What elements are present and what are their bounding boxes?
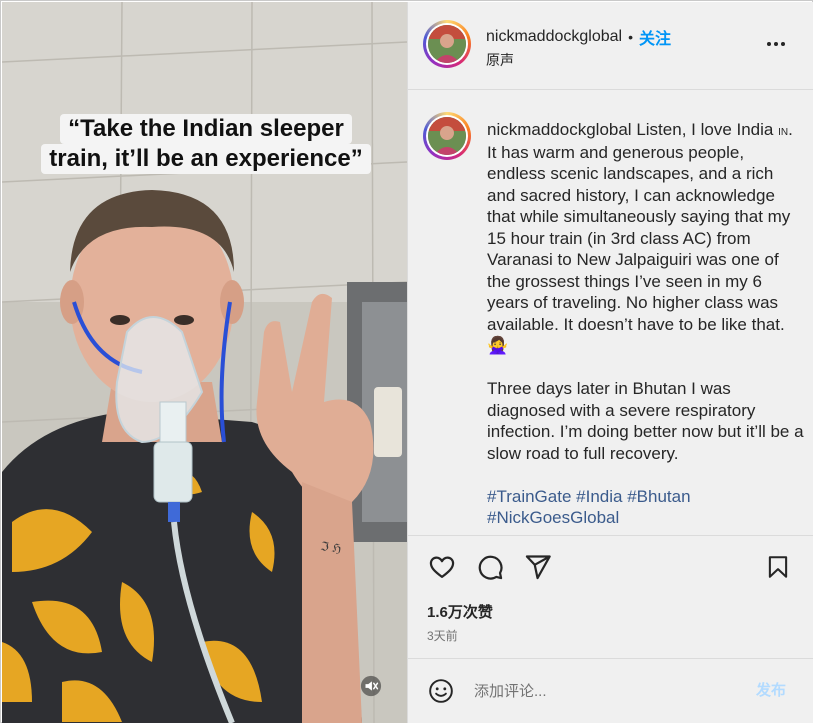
emoji-picker-button[interactable] xyxy=(426,676,456,706)
caption-p1-start: Listen, I love India xyxy=(636,120,774,139)
caption-p1-rest: . It has warm and generous people, endle… xyxy=(487,120,793,334)
likes-count[interactable]: 1.6万次赞 xyxy=(427,601,493,622)
smiley-icon xyxy=(429,679,453,703)
post-timestamp[interactable]: 3天前 xyxy=(427,627,458,644)
more-dot xyxy=(774,42,778,46)
svg-text:ℑ ℌ: ℑ ℌ xyxy=(320,539,343,556)
post-video[interactable]: ℑ ℌ “Take the Indian sleeper train, it’l… xyxy=(2,2,407,723)
caption-paragraph-2: Three days later in Bhutan I was diagnos… xyxy=(487,379,804,463)
add-comment-bar: 发布 xyxy=(408,658,813,723)
post-actions-bar: 1.6万次赞 3天前 xyxy=(408,535,813,658)
share-button[interactable] xyxy=(522,551,554,583)
hashtag-link[interactable]: #NickGoesGlobal xyxy=(487,508,619,527)
post-caption-comment: nickmaddockglobal Listen, I love India i… xyxy=(408,91,813,535)
video-caption-line-2: train, it’ll be an experience” xyxy=(41,144,371,174)
original-audio-link[interactable]: 原声 xyxy=(486,50,514,70)
bookmark-icon xyxy=(768,556,788,578)
header-username[interactable]: nickmaddockglobal xyxy=(486,28,622,46)
hashtag-link[interactable]: #TrainGate xyxy=(487,487,571,506)
like-button[interactable] xyxy=(426,551,458,583)
follow-button[interactable]: 关注 xyxy=(639,25,671,49)
caption-text: nickmaddockglobal Listen, I love India i… xyxy=(487,119,805,529)
post-header: nickmaddockglobal • 关注 原声 xyxy=(408,2,813,90)
facepalm-emoji: 🙅‍♀️ xyxy=(487,336,509,355)
header-separator: • xyxy=(628,29,633,45)
hashtag-link[interactable]: #India xyxy=(576,487,622,506)
paper-plane-icon xyxy=(525,555,551,580)
avatar-photo xyxy=(428,25,466,63)
avatar-photo xyxy=(428,117,466,155)
video-caption-line-1: “Take the Indian sleeper xyxy=(60,114,352,144)
more-dot xyxy=(781,42,785,46)
caption-paragraph-1: nickmaddockglobal Listen, I love India i… xyxy=(487,119,805,357)
heart-icon xyxy=(429,556,455,579)
caption-hashtags: #TrainGate #India #Bhutan #NickGoesGloba… xyxy=(487,486,805,529)
caption-author-avatar[interactable] xyxy=(423,112,471,160)
mute-toggle-button[interactable] xyxy=(354,669,388,703)
post-details-panel: nickmaddockglobal • 关注 原声 nickmaddockglo… xyxy=(407,2,813,723)
header-user-line: nickmaddockglobal • 关注 xyxy=(486,25,671,49)
author-avatar[interactable] xyxy=(423,20,471,68)
more-options-button[interactable] xyxy=(762,32,790,56)
video-caption-overlay: “Take the Indian sleeper train, it’ll be… xyxy=(26,114,386,174)
save-button[interactable] xyxy=(762,551,794,583)
country-code-in: in xyxy=(778,122,789,138)
more-horizontal-icon xyxy=(767,42,771,46)
speaker-muted-icon xyxy=(360,675,382,697)
comment-button[interactable] xyxy=(474,551,506,583)
hashtag-link[interactable]: #Bhutan xyxy=(627,487,690,506)
video-frame-illustration: ℑ ℌ xyxy=(2,2,407,723)
comment-bubble-icon xyxy=(478,555,503,580)
post-comment-button[interactable]: 发布 xyxy=(756,679,786,700)
comment-input[interactable] xyxy=(474,677,734,705)
caption-username[interactable]: nickmaddockglobal xyxy=(487,120,632,139)
post-dialog: ℑ ℌ “Take the Indian sleeper train, it’l… xyxy=(0,0,813,723)
